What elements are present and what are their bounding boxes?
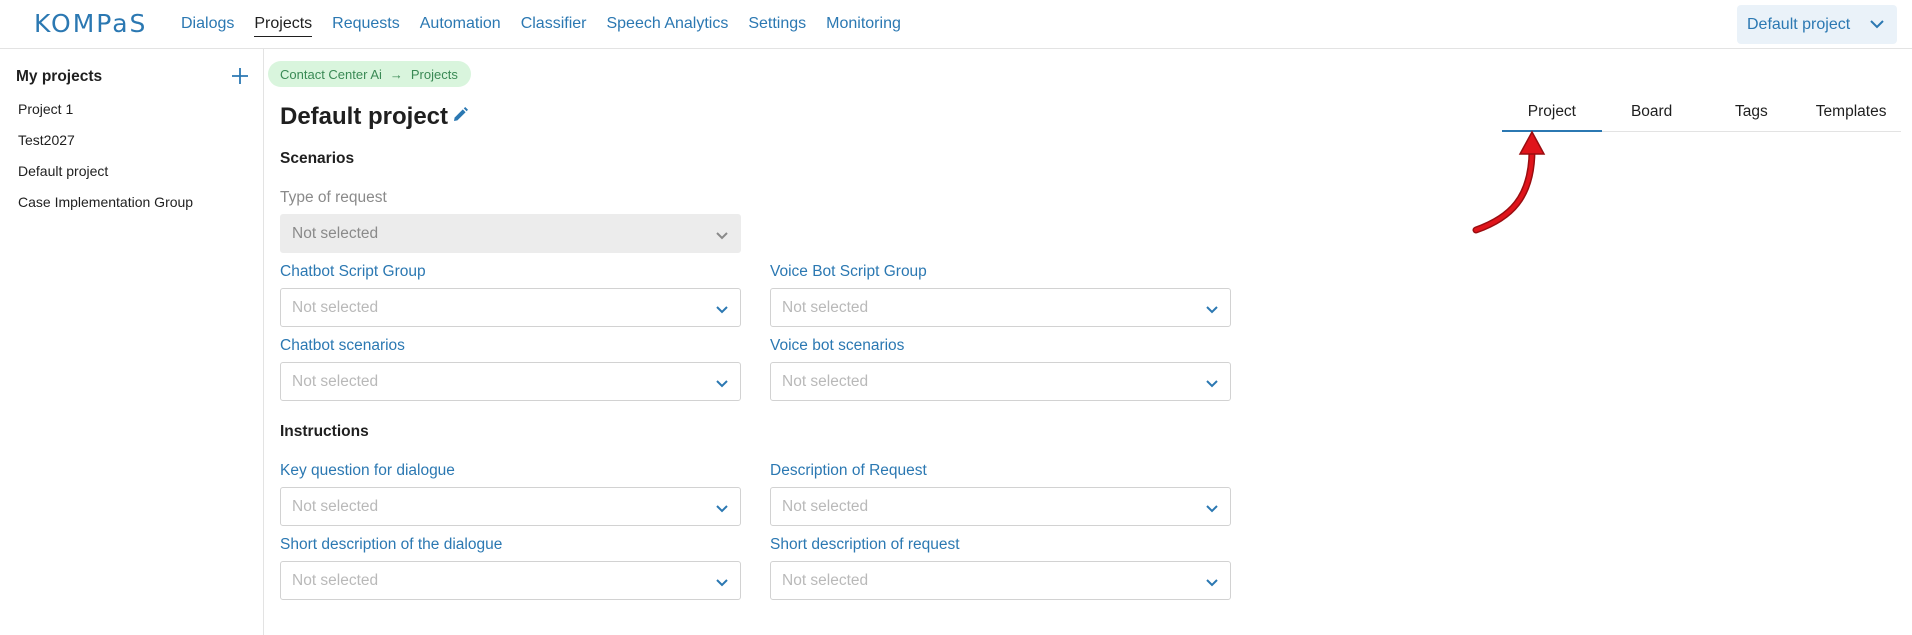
chevron-down-icon [716, 579, 728, 587]
project-list: Project 1 Test2027 Default project Case … [18, 100, 193, 224]
page-title: Default project [280, 103, 449, 130]
chevron-down-icon [716, 380, 728, 388]
voice-bot-script-group-value: Not selected [782, 299, 869, 316]
short-description-dialogue-label: Short description of the dialogue [280, 536, 503, 553]
main-nav: Dialogs Projects Requests Automation Cla… [181, 15, 921, 37]
chevron-down-icon [1206, 579, 1218, 587]
tab-board[interactable]: Board [1602, 103, 1702, 132]
chevron-down-icon [716, 306, 728, 314]
nav-projects[interactable]: Projects [254, 15, 313, 37]
project-selector-label: Default project [1747, 15, 1851, 33]
top-navigation-bar: KOMPaS Dialogs Projects Requests Automat… [0, 0, 1912, 49]
short-description-request-label: Short description of request [770, 536, 960, 553]
voice-bot-scenarios-select[interactable]: Not selected [770, 362, 1231, 401]
chatbot-scenarios-label: Chatbot scenarios [280, 337, 405, 354]
chatbot-scenarios-select[interactable]: Not selected [280, 362, 741, 401]
voice-bot-script-group-label: Voice Bot Script Group [770, 263, 927, 280]
nav-speech-analytics[interactable]: Speech Analytics [606, 15, 728, 37]
chevron-down-icon [1206, 306, 1218, 314]
breadcrumb-current[interactable]: Projects [411, 67, 458, 82]
short-description-dialogue-select[interactable]: Not selected [280, 561, 741, 600]
breadcrumb-root[interactable]: Contact Center Ai [280, 67, 382, 82]
add-project-plus-icon[interactable] [230, 66, 250, 86]
short-description-request-select[interactable]: Not selected [770, 561, 1231, 600]
description-of-request-label: Description of Request [770, 462, 927, 479]
nav-settings[interactable]: Settings [748, 15, 806, 37]
tab-templates[interactable]: Templates [1801, 103, 1901, 132]
sidebar-item-test2027[interactable]: Test2027 [18, 131, 193, 162]
sidebar-item-case-implementation-group[interactable]: Case Implementation Group [18, 193, 193, 224]
project-tabs: Project Board Tags Templates [1502, 103, 1901, 132]
chevron-down-icon [1206, 505, 1218, 513]
chevron-down-icon [716, 505, 728, 513]
description-of-request-value: Not selected [782, 498, 869, 515]
nav-requests[interactable]: Requests [332, 15, 400, 37]
chatbot-scenarios-value: Not selected [292, 373, 379, 390]
voice-bot-scenarios-label: Voice bot scenarios [770, 337, 905, 354]
nav-classifier[interactable]: Classifier [521, 15, 587, 37]
nav-automation[interactable]: Automation [420, 15, 501, 37]
sidebar-item-default-project[interactable]: Default project [18, 162, 193, 193]
kompas-logo[interactable]: KOMPaS [34, 9, 147, 38]
pencil-edit-icon[interactable] [451, 106, 469, 124]
type-of-request-label: Type of request [280, 189, 387, 206]
voice-bot-script-group-select[interactable]: Not selected [770, 288, 1231, 327]
chatbot-script-group-select[interactable]: Not selected [280, 288, 741, 327]
type-of-request-value: Not selected [292, 225, 379, 242]
project-selector[interactable]: Default project [1737, 5, 1897, 44]
tab-tags[interactable]: Tags [1702, 103, 1802, 132]
nav-dialogs[interactable]: Dialogs [181, 15, 234, 37]
chevron-down-icon [1206, 380, 1218, 388]
voice-bot-scenarios-value: Not selected [782, 373, 869, 390]
chevron-down-icon [716, 232, 728, 240]
chatbot-script-group-value: Not selected [292, 299, 379, 316]
chevron-down-icon [1870, 20, 1884, 29]
nav-monitoring[interactable]: Monitoring [826, 15, 901, 37]
short-description-request-value: Not selected [782, 572, 869, 589]
description-of-request-select[interactable]: Not selected [770, 487, 1231, 526]
breadcrumb-arrow-icon: → [389, 66, 403, 82]
sidebar-item-project-1[interactable]: Project 1 [18, 100, 193, 131]
short-description-dialogue-value: Not selected [292, 572, 379, 589]
section-instructions: Instructions [280, 423, 369, 440]
key-question-label: Key question for dialogue [280, 462, 455, 479]
key-question-select[interactable]: Not selected [280, 487, 741, 526]
key-question-value: Not selected [292, 498, 379, 515]
red-annotation-arrow-icon [1472, 130, 1546, 234]
section-scenarios: Scenarios [280, 150, 355, 167]
type-of-request-select[interactable]: Not selected [280, 214, 741, 253]
projects-sidebar: My projects Project 1 Test2027 Default p… [0, 49, 264, 635]
sidebar-title: My projects [16, 68, 103, 85]
chatbot-script-group-label: Chatbot Script Group [280, 263, 426, 280]
breadcrumb: Contact Center Ai → Projects [268, 61, 471, 87]
